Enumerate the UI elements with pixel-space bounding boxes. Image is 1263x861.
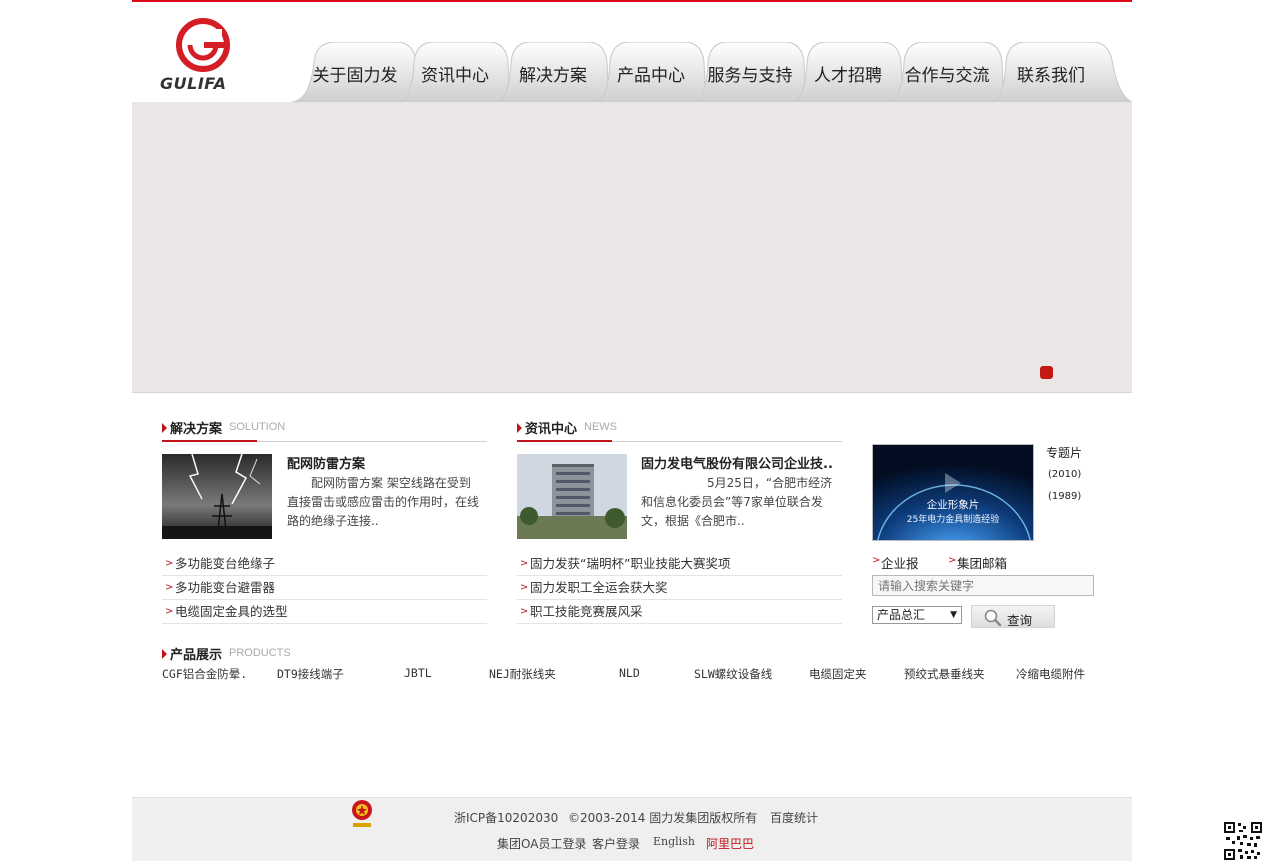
gulifa-logo-icon xyxy=(176,18,230,72)
quick-link-mailbox[interactable]: > 集团邮箱 xyxy=(948,553,1007,572)
logo-wordmark: GULIFA xyxy=(160,74,227,93)
list-item[interactable]: > 电缆固定金具的选型 xyxy=(162,600,487,624)
chevron-right-icon: > xyxy=(165,558,174,569)
globe-video-image xyxy=(873,445,1033,540)
search-button[interactable]: 查询 xyxy=(971,605,1055,628)
list-item[interactable]: > 固力发获“瑞明杯”职业技能大赛奖项 xyxy=(517,552,842,576)
nav-tab-service[interactable]: 服务与支持 xyxy=(694,42,806,102)
news-list: > 固力发获“瑞明杯”职业技能大赛奖项 > 固力发职工全运会获大奖 > 职工技能竞赛展… xyxy=(517,552,842,624)
solution-list: > 多功能变台绝缘子 > 多功能变台避雷器 > 电缆固定金具的选型 xyxy=(162,552,487,624)
nav-tab-news[interactable]: 资讯中心 xyxy=(400,42,510,102)
police-badge-icon[interactable] xyxy=(348,797,376,829)
list-item[interactable]: > 多功能变台避雷器 xyxy=(162,576,487,600)
section-subtitle: SOLUTION xyxy=(229,421,286,433)
solution-feature-title[interactable]: 配网防雷方案 xyxy=(287,453,365,472)
stats-link[interactable]: 百度统计 xyxy=(770,809,818,826)
nav-tab-contact[interactable]: 联系我们 xyxy=(992,42,1132,102)
chevron-right-icon: > xyxy=(948,555,957,566)
icp-number[interactable]: 浙ICP备10202030 xyxy=(454,809,558,826)
main-navigation: 关于固力发 资讯中心 解决方案 产品中心 服务与支持 人才招聘 合作与交流 联系… xyxy=(292,42,1132,102)
red-arrow-icon xyxy=(162,423,167,433)
section-subtitle: PRODUCTS xyxy=(229,647,291,659)
hero-banner xyxy=(132,102,1132,393)
list-item[interactable]: > 多功能变台绝缘子 xyxy=(162,552,487,576)
product-item[interactable]: 冷缩电缆附件 xyxy=(1016,666,1085,682)
footer-link-english[interactable]: English xyxy=(653,835,695,848)
site-footer: 浙ICP备10202030 ©2003-2014 固力发集团版权所有 百度统计 … xyxy=(132,797,1132,861)
product-item[interactable]: NEJ耐张线夹 xyxy=(489,666,556,682)
office-building-image[interactable] xyxy=(517,454,627,539)
film-link-feature[interactable]: 专题片 xyxy=(1046,442,1082,464)
product-item[interactable]: NLD xyxy=(619,666,640,680)
chevron-right-icon: > xyxy=(165,606,174,617)
film-links: 专题片 (2010) (1989) xyxy=(1046,442,1082,508)
footer-link-oa-login[interactable]: 集团OA员工登录 xyxy=(497,835,586,852)
nav-tab-label: 人才招聘 xyxy=(814,65,882,86)
nav-tab-solutions[interactable]: 解决方案 xyxy=(497,42,609,102)
product-item[interactable]: 预绞式悬垂线夹 xyxy=(904,666,985,682)
category-select[interactable]: 产品总汇 ▼ xyxy=(872,606,962,624)
news-feature-text: 5月25日，“合肥市经济和信息化委员会”等7家单位联合发文，根据《合肥市.. xyxy=(641,476,833,528)
search-input[interactable] xyxy=(872,575,1094,596)
nav-tab-label: 服务与支持 xyxy=(707,65,793,86)
nav-tab-label: 联系我们 xyxy=(1017,65,1085,86)
product-list: CGF铝合金防晕. DT9接线端子 JBTL NEJ耐张线夹 NLD SLW螺纹… xyxy=(162,666,1102,684)
nav-tab-cooperation[interactable]: 合作与交流 xyxy=(890,42,1004,102)
section-title: 解决方案 xyxy=(170,422,223,437)
product-item[interactable]: JBTL xyxy=(404,666,432,680)
list-item[interactable]: > 职工技能竞赛展风采 xyxy=(517,600,842,624)
section-subtitle: NEWS xyxy=(584,421,617,433)
video-subcaption: 25年电力金具制造经验 xyxy=(906,515,1000,525)
magnifier-icon xyxy=(984,609,1002,627)
product-item[interactable]: 电缆固定夹 xyxy=(809,666,867,682)
solution-section-heading: 解决方案 SOLUTION xyxy=(162,418,487,442)
company-logo[interactable]: GULIFA xyxy=(160,18,250,94)
nav-tab-label: 解决方案 xyxy=(519,65,587,86)
dropdown-arrow-icon: ▼ xyxy=(950,610,957,620)
nav-tab-products[interactable]: 产品中心 xyxy=(596,42,706,102)
slide-indicator-dot[interactable] xyxy=(1040,366,1053,379)
footer-link-alibaba[interactable]: 阿里巴巴 xyxy=(706,835,754,852)
list-item[interactable]: > 固力发职工全运会获大奖 xyxy=(517,576,842,600)
product-item[interactable]: SLW螺纹设备线 xyxy=(694,666,772,682)
product-item[interactable]: DT9接线端子 xyxy=(277,666,344,682)
chevron-right-icon: > xyxy=(520,558,529,569)
lightning-tower-image[interactable] xyxy=(162,454,272,539)
red-arrow-icon xyxy=(162,649,167,659)
nav-tab-label: 合作与交流 xyxy=(904,65,990,86)
solution-feature-text: 配网防雷方案 架空线路在受到直接雷击或感应雷击的作用时，在线路的绝缘子连接.. xyxy=(287,476,480,528)
chevron-right-icon: > xyxy=(520,606,529,617)
copyright-text: ©2003-2014 固力发集团版权所有 xyxy=(568,811,758,825)
nav-tab-label: 产品中心 xyxy=(617,65,685,86)
nav-tab-careers[interactable]: 人才招聘 xyxy=(793,42,903,102)
film-link-1989[interactable]: (1989) xyxy=(1046,486,1082,508)
product-item[interactable]: CGF铝合金防晕. xyxy=(162,666,247,682)
news-section-heading: 资讯中心 NEWS xyxy=(517,418,842,442)
nav-tab-label: 关于固力发 xyxy=(312,65,398,86)
section-title: 资讯中心 xyxy=(525,422,578,437)
footer-link-client-login[interactable]: 客户登录 xyxy=(592,835,640,852)
chevron-right-icon: > xyxy=(165,582,174,593)
video-caption: 企业形象片 xyxy=(926,499,980,511)
products-section-heading: 产品展示 PRODUCTS xyxy=(162,644,362,668)
film-link-2010[interactable]: (2010) xyxy=(1046,464,1082,486)
news-feature-title[interactable]: 固力发电气股份有限公司企业技.. xyxy=(641,453,833,472)
quick-link-newspaper[interactable]: > 企业报 xyxy=(872,553,919,572)
chevron-right-icon: > xyxy=(520,582,529,593)
red-arrow-icon xyxy=(517,423,522,433)
section-title: 产品展示 xyxy=(170,648,223,663)
top-accent-line xyxy=(132,0,1132,2)
nav-tab-label: 资讯中心 xyxy=(421,65,489,86)
qr-code-icon[interactable] xyxy=(1223,821,1263,861)
chevron-right-icon: > xyxy=(872,555,881,566)
corporate-video-thumbnail[interactable]: 企业形象片 25年电力金具制造经验 xyxy=(872,444,1034,541)
